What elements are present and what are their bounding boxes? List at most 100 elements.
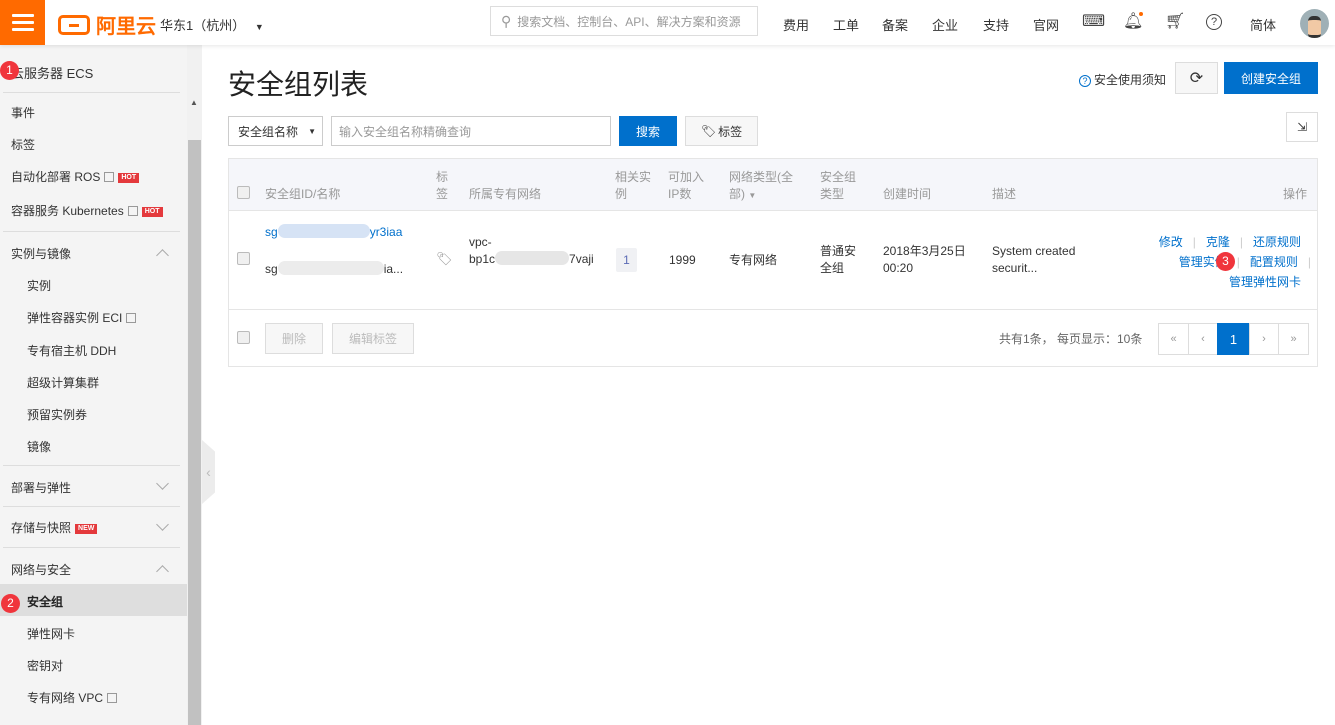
chevron-up-icon[interactable] <box>156 565 169 578</box>
search-button[interactable]: 搜索 <box>619 116 677 146</box>
sidebar-item-eni[interactable]: 弹性网卡 <box>27 625 75 642</box>
aliyun-logo[interactable]: 阿里云 <box>58 10 156 39</box>
refresh-icon: ⟳ <box>1189 70 1204 87</box>
export-icon: ⇲ <box>1296 120 1308 134</box>
nav-tickets[interactable]: 工单 <box>833 15 859 34</box>
chevron-down-icon[interactable] <box>156 518 169 531</box>
sidebar-group-storage[interactable]: 存储与快照 NEW <box>11 519 98 536</box>
region-selector[interactable]: 华东1（杭州） ▼ <box>160 15 264 34</box>
delete-button[interactable]: 删除 <box>265 323 323 354</box>
tag-icon[interactable]: 🏷︎ <box>436 250 453 267</box>
sidebar-group-deployment[interactable]: 部署与弹性 <box>11 479 71 496</box>
nav-website[interactable]: 官网 <box>1033 15 1059 34</box>
create-security-group-button[interactable]: 创建安全组 <box>1224 62 1318 94</box>
refresh-button[interactable]: ⟳ <box>1175 62 1218 94</box>
sidebar-item-ros[interactable]: 自动化部署 ROS HOT <box>11 168 140 185</box>
next-page-button[interactable]: › <box>1249 323 1279 355</box>
configure-rules-link[interactable]: 配置规则 <box>1250 255 1298 269</box>
last-page-button[interactable]: » <box>1278 323 1309 355</box>
sidebar-item-scc[interactable]: 超级计算集群 <box>27 374 99 391</box>
sidebar-item-events[interactable]: 事件 <box>11 104 35 121</box>
col-network-type[interactable]: 网络类型(全部) ▼ <box>729 169 799 204</box>
divider <box>3 465 180 466</box>
hot-badge: HOT <box>141 207 163 217</box>
name-prefix: sg <box>265 262 278 276</box>
caret-down-icon: ▼ <box>748 191 757 200</box>
filter-select[interactable]: 安全组名称 ▼ <box>228 116 323 146</box>
collapse-sidebar-handle[interactable]: ‹ <box>202 440 215 504</box>
caret-down-icon: ▼ <box>308 126 316 136</box>
sidebar-item-security-group[interactable]: 安全组 <box>27 593 63 610</box>
col-instances: 相关实例 <box>615 170 652 201</box>
vpc-suffix: 7vaji <box>569 252 594 266</box>
tag-filter-button[interactable]: 🏷︎ 标签 <box>685 116 758 146</box>
language-switch[interactable]: 简体 <box>1250 15 1276 34</box>
col-tag: 标签 <box>436 170 449 201</box>
avatar[interactable] <box>1300 9 1329 38</box>
chevron-up-icon[interactable] <box>156 249 169 262</box>
label: 安全使用须知 <box>1094 73 1167 87</box>
scrollbar-thumb[interactable] <box>188 140 201 725</box>
nav-icp[interactable]: 备案 <box>882 15 908 34</box>
prev-page-button[interactable]: ‹ <box>1188 323 1218 355</box>
scroll-up-icon[interactable]: ▲ <box>190 98 198 107</box>
top-bar: 阿里云 华东1（杭州） ▼ ⚲ 搜索文档、控制台、API、解决方案和资源 费用 工… <box>0 0 1335 45</box>
security-group-id-link[interactable]: sg yr3iaa <box>265 224 402 241</box>
sidebar-item-instances[interactable]: 实例 <box>27 277 51 294</box>
sidebar-item-eci[interactable]: 弹性容器实例 ECI <box>27 309 137 326</box>
sidebar-item-reserved[interactable]: 预留实例券 <box>27 406 87 423</box>
search-input[interactable]: 输入安全组名称精确查询 <box>331 116 611 146</box>
page-1-button[interactable]: 1 <box>1217 323 1250 355</box>
restore-rules-link[interactable]: 还原规则 <box>1253 235 1301 249</box>
divider <box>3 231 180 232</box>
security-group-table: 安全组ID/名称 标签 所属专有网络 相关实例 可加入IP数 网络类型(全部) … <box>228 158 1318 367</box>
vpc-id[interactable]: vpc-bp1c 7vaji <box>469 234 594 268</box>
select-all-checkbox[interactable] <box>237 186 250 199</box>
related-instances-count[interactable]: 1 <box>616 248 637 272</box>
sidebar-item-vpc[interactable]: 专有网络 VPC <box>27 689 118 706</box>
col-created: 创建时间 <box>883 187 932 201</box>
col-vpc: 所属专有网络 <box>469 187 542 201</box>
edit-link[interactable]: 修改 <box>1159 235 1183 249</box>
sidebar-title: 云服务器 ECS <box>11 66 94 81</box>
menu-button[interactable] <box>0 0 45 45</box>
first-page-button[interactable]: « <box>1158 323 1189 355</box>
manage-eni-link[interactable]: 管理弹性网卡 <box>1229 275 1301 289</box>
desc-line2: securit... <box>992 261 1038 275</box>
hot-badge: HOT <box>118 173 140 183</box>
sidebar-item-ddh[interactable]: 专有宿主机 DDH <box>27 342 116 359</box>
time: 00:20 <box>883 261 914 275</box>
bell-icon[interactable]: 🔔︎ <box>1123 12 1143 32</box>
external-link-icon <box>127 206 138 216</box>
label: 标签 <box>718 124 743 139</box>
global-search-input[interactable]: ⚲ 搜索文档、控制台、API、解决方案和资源 <box>490 6 758 36</box>
sg-type: 普通安全组 <box>820 244 857 275</box>
sidebar-item-keypairs[interactable]: 密钥对 <box>27 657 63 674</box>
security-notice-link[interactable]: ? 安全使用须知 <box>1079 71 1166 88</box>
label: 安全组名称 <box>238 124 299 139</box>
nav-support[interactable]: 支持 <box>983 15 1009 34</box>
nav-enterprise[interactable]: 企业 <box>932 15 958 34</box>
col-ip-count: 可加入IP数 <box>668 170 705 201</box>
edit-tags-button[interactable]: 编辑标签 <box>332 323 414 354</box>
sidebar-item-kubernetes[interactable]: 容器服务 Kubernetes HOT <box>11 202 163 219</box>
vpc-line2: bp1c <box>469 252 496 266</box>
desc-line1: System created <box>992 244 1076 258</box>
id-suffix: yr3iaa <box>369 225 403 239</box>
cart-icon[interactable]: 🛒︎ <box>1165 12 1185 32</box>
annotation-badge-3: 3 <box>1216 252 1235 271</box>
sidebar-group-instances-images[interactable]: 实例与镜像 <box>11 245 71 262</box>
row-checkbox[interactable] <box>237 252 250 265</box>
help-icon[interactable]: ? <box>1206 14 1222 30</box>
chevron-down-icon[interactable] <box>156 477 169 490</box>
sidebar-group-network-security[interactable]: 网络与安全 <box>11 561 71 578</box>
sidebar-item-images[interactable]: 镜像 <box>27 438 51 455</box>
tag-icon: 🏷︎ <box>700 124 717 138</box>
sidebar-item-tags[interactable]: 标签 <box>11 136 35 153</box>
table-header: 安全组ID/名称 标签 所属专有网络 相关实例 可加入IP数 网络类型(全部) … <box>229 159 1317 211</box>
export-button[interactable]: ⇲ <box>1286 112 1318 142</box>
footer-select-all-checkbox[interactable] <box>237 331 250 344</box>
terminal-icon[interactable]: ⌨ <box>1082 12 1105 32</box>
clone-link[interactable]: 克隆 <box>1206 235 1230 249</box>
nav-fees[interactable]: 费用 <box>783 15 809 34</box>
